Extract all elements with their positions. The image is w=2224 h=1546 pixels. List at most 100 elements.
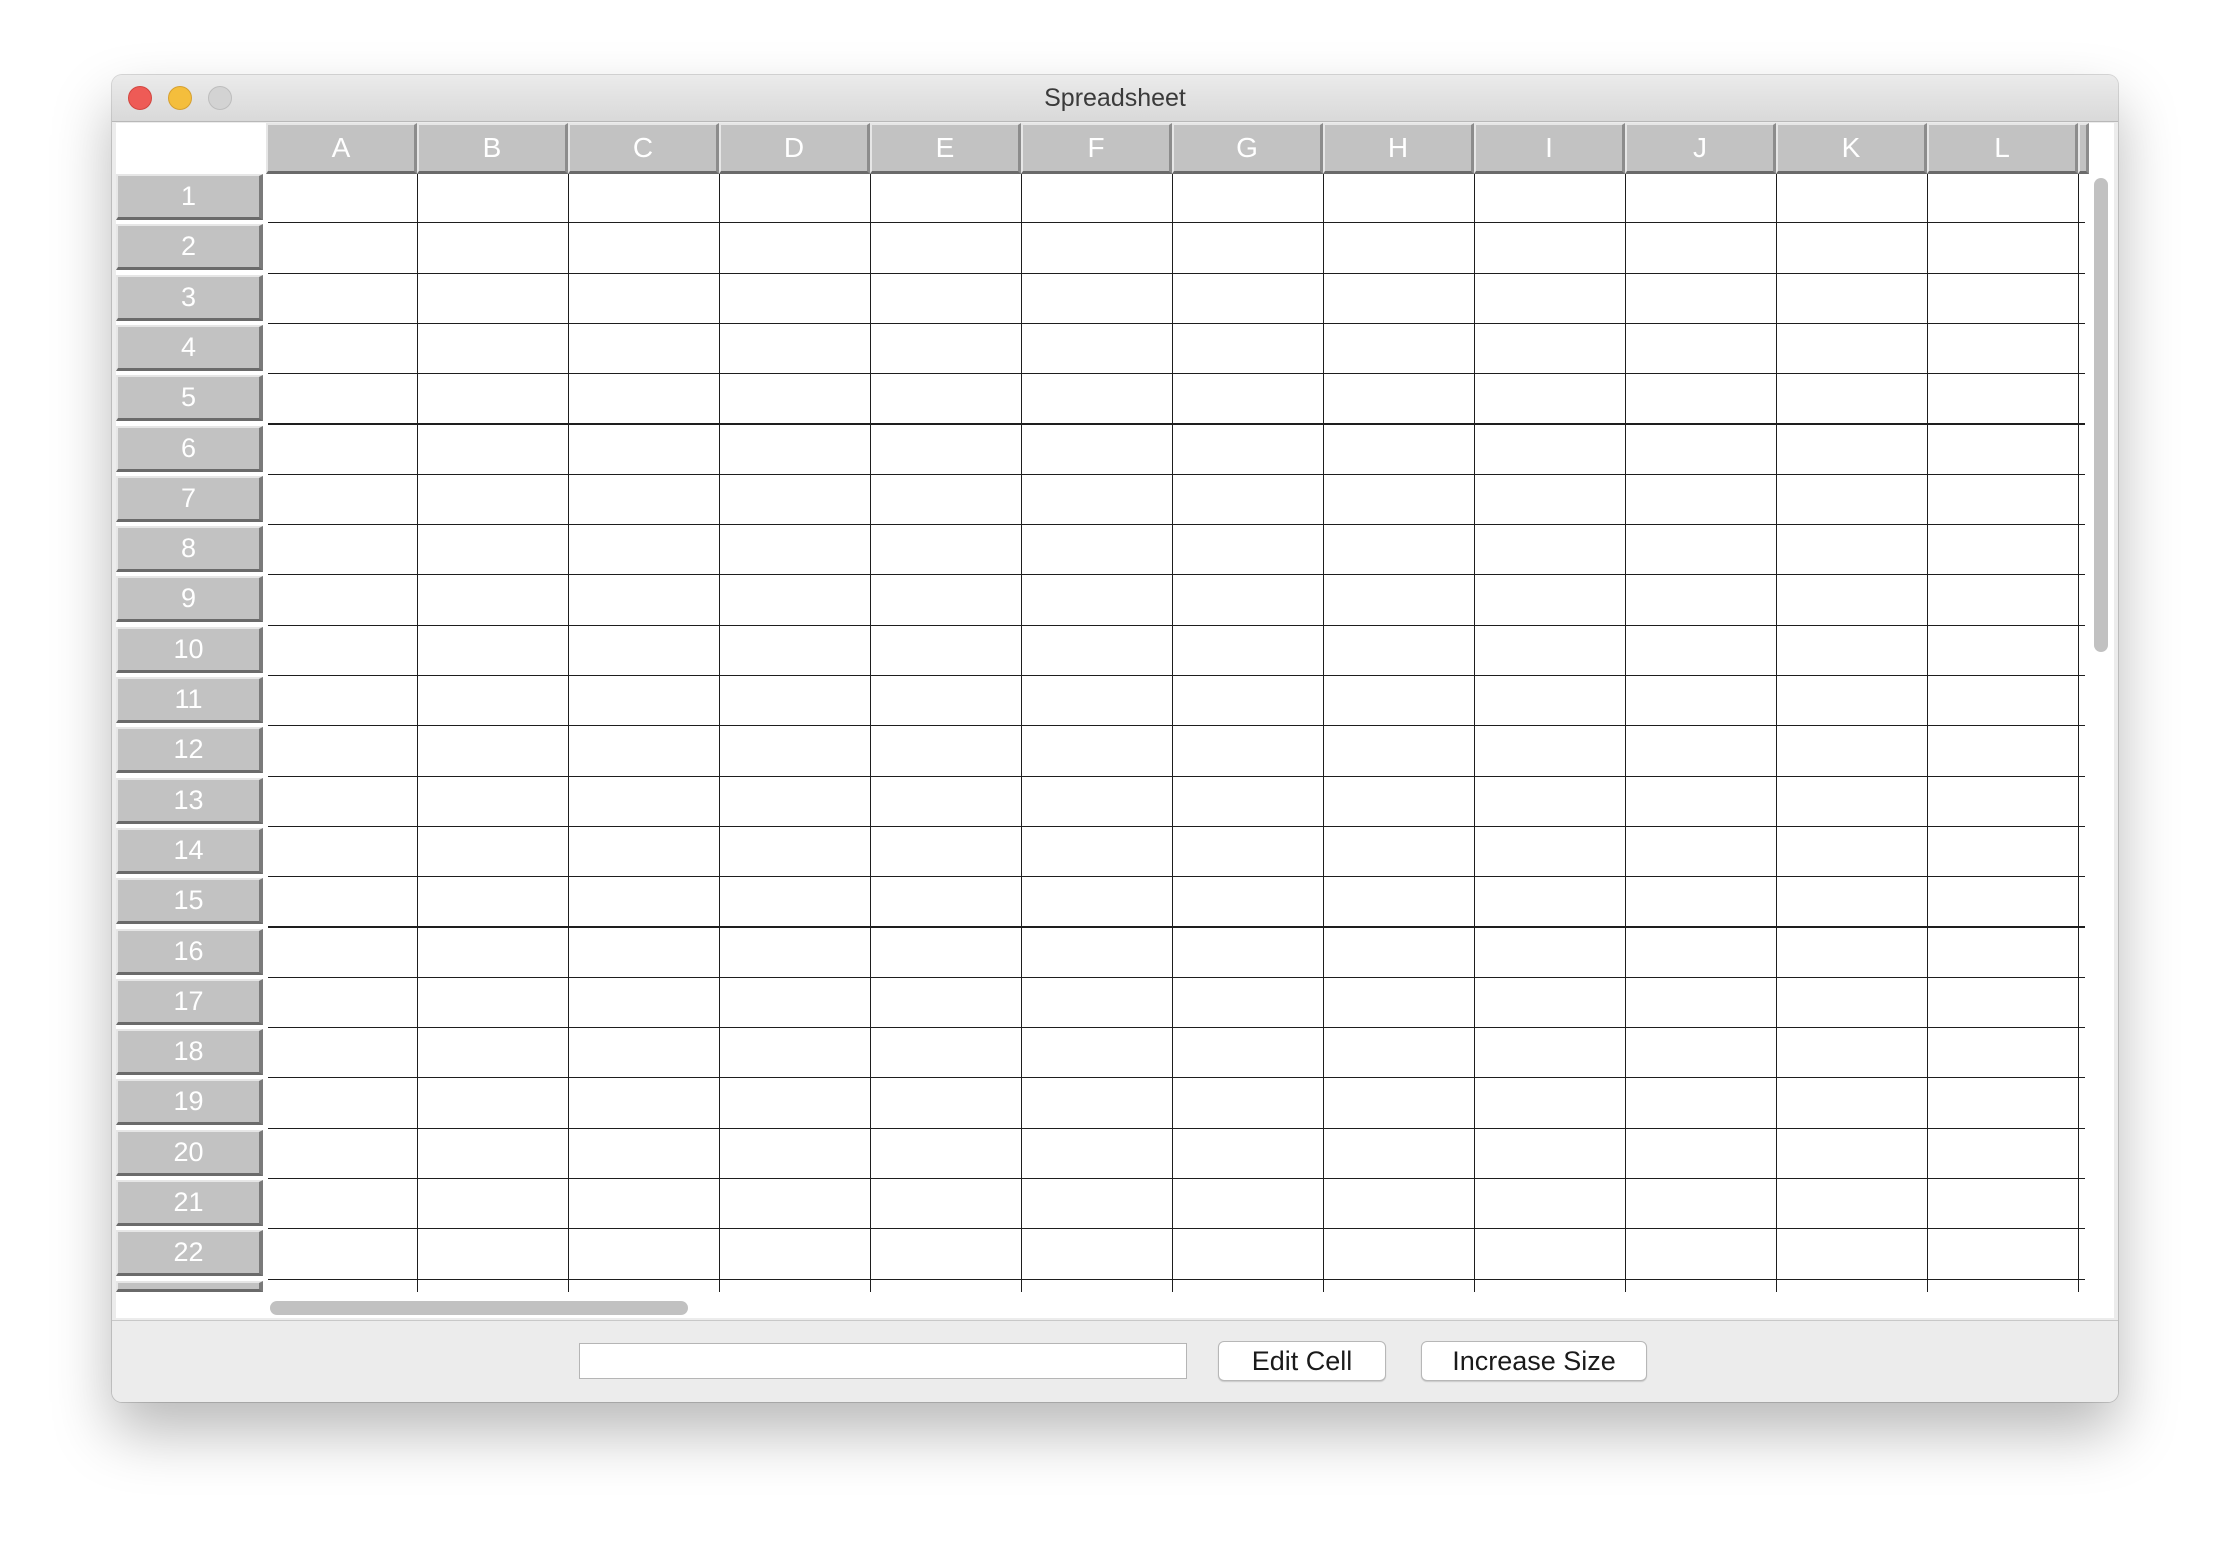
grid-cell[interactable]	[720, 1028, 872, 1080]
grid-cell[interactable]	[720, 273, 872, 325]
grid-cell[interactable]	[1777, 575, 1929, 627]
row-header[interactable]: 15	[116, 878, 263, 925]
grid-cell[interactable]	[418, 1078, 570, 1130]
grid-cell[interactable]	[1928, 474, 2080, 527]
grid-cell[interactable]	[418, 525, 570, 577]
grid-cell[interactable]	[569, 977, 721, 1030]
grid-cell[interactable]	[1777, 323, 1929, 376]
grid-cell[interactable]	[871, 575, 1023, 627]
grid-cell[interactable]	[871, 525, 1023, 577]
grid-cell[interactable]	[1324, 1078, 1476, 1130]
grid-cell[interactable]	[1475, 1229, 1627, 1281]
grid-cell[interactable]	[1777, 726, 1929, 778]
grid-cell[interactable]	[1777, 174, 1929, 225]
grid-cell[interactable]	[1928, 273, 2080, 325]
row-header[interactable]: 7	[116, 475, 263, 522]
grid-cell[interactable]	[1626, 625, 1778, 677]
grid-cell[interactable]	[1928, 575, 2080, 627]
grid-cell[interactable]	[569, 877, 721, 929]
grid-cell[interactable]	[569, 826, 721, 879]
grid-cell[interactable]	[569, 174, 721, 225]
grid-cell[interactable]	[1777, 776, 1929, 828]
grid-cell[interactable]	[1324, 1279, 1476, 1292]
grid-cell[interactable]	[720, 676, 872, 728]
grid-cell[interactable]	[1626, 826, 1778, 879]
grid-cell[interactable]	[1475, 826, 1627, 879]
minimize-window-button[interactable]	[168, 86, 192, 110]
grid-cell[interactable]	[871, 424, 1023, 476]
grid-cell[interactable]	[1777, 525, 1929, 577]
grid-cell[interactable]	[1777, 1279, 1929, 1292]
grid-cell[interactable]	[871, 174, 1023, 225]
grid-cell[interactable]	[418, 1279, 570, 1292]
grid-cell[interactable]	[720, 223, 872, 275]
grid-cell[interactable]	[418, 1229, 570, 1281]
grid-cell[interactable]	[1928, 1229, 2080, 1281]
grid-cell[interactable]	[720, 474, 872, 527]
grid-cell[interactable]	[1022, 374, 1174, 426]
grid-cell[interactable]	[1324, 174, 1476, 225]
grid-cell[interactable]	[1022, 525, 1174, 577]
column-header[interactable]: G	[1172, 123, 1323, 174]
grid-cell[interactable]	[1475, 776, 1627, 828]
grid-cell[interactable]	[418, 625, 570, 677]
grid-cell[interactable]	[268, 1128, 419, 1180]
grid-cell[interactable]	[1324, 927, 1476, 979]
grid-cell[interactable]	[268, 625, 419, 677]
grid-cell[interactable]	[720, 374, 872, 426]
grid-cell[interactable]	[418, 273, 570, 325]
close-window-button[interactable]	[128, 86, 152, 110]
horizontal-scrollbar[interactable]	[270, 1301, 688, 1315]
grid-cell[interactable]	[2079, 424, 2085, 476]
grid-cell[interactable]	[1022, 1128, 1174, 1180]
grid-cell[interactable]	[1928, 625, 2080, 677]
grid-cell[interactable]	[418, 374, 570, 426]
grid-cell[interactable]	[2079, 374, 2085, 426]
grid-cell[interactable]	[1173, 273, 1325, 325]
grid-cell[interactable]	[1928, 1028, 2080, 1080]
grid-cell[interactable]	[1777, 676, 1929, 728]
grid-cell[interactable]	[2079, 174, 2085, 225]
grid-cell[interactable]	[1626, 1229, 1778, 1281]
grid-cell[interactable]	[418, 424, 570, 476]
grid-cell[interactable]	[1173, 776, 1325, 828]
grid-cell[interactable]	[1022, 323, 1174, 376]
grid-cell[interactable]	[1022, 1229, 1174, 1281]
row-header[interactable]: 2	[116, 224, 263, 271]
grid-cell[interactable]	[418, 174, 570, 225]
grid-cell[interactable]	[871, 625, 1023, 677]
grid-cell[interactable]	[1022, 826, 1174, 879]
grid-cell[interactable]	[871, 726, 1023, 778]
grid-cell[interactable]	[871, 323, 1023, 376]
column-header[interactable]: A	[266, 123, 417, 174]
grid-cell[interactable]	[1173, 1128, 1325, 1180]
grid-cell[interactable]	[1928, 977, 2080, 1030]
grid-cell[interactable]	[418, 877, 570, 929]
grid-cell[interactable]	[2079, 1279, 2085, 1292]
grid-cell[interactable]	[871, 1128, 1023, 1180]
grid-cell[interactable]	[1928, 676, 2080, 728]
grid-cell[interactable]	[720, 174, 872, 225]
grid-cell[interactable]	[1022, 776, 1174, 828]
row-header[interactable]: 12	[116, 727, 263, 774]
grid-cell[interactable]	[1022, 1028, 1174, 1080]
grid-cell[interactable]	[1022, 1078, 1174, 1130]
grid-cell[interactable]	[569, 223, 721, 275]
grid-cell[interactable]	[418, 1179, 570, 1231]
grid-cell[interactable]	[871, 877, 1023, 929]
grid-cell[interactable]	[1173, 1078, 1325, 1130]
grid-cell[interactable]	[720, 927, 872, 979]
grid-cell[interactable]	[418, 323, 570, 376]
grid-cell[interactable]	[569, 927, 721, 979]
grid-cell[interactable]	[1626, 474, 1778, 527]
grid-cell[interactable]	[2079, 525, 2085, 577]
grid-cell[interactable]	[1475, 625, 1627, 677]
grid-cell[interactable]	[1022, 1179, 1174, 1231]
grid-cell[interactable]	[720, 877, 872, 929]
grid-cell[interactable]	[1324, 223, 1476, 275]
grid-cell[interactable]	[1475, 927, 1627, 979]
grid-cell[interactable]	[268, 223, 419, 275]
grid-cell[interactable]	[1475, 174, 1627, 225]
grid-cell[interactable]	[1928, 174, 2080, 225]
row-header[interactable]: 17	[116, 978, 263, 1025]
